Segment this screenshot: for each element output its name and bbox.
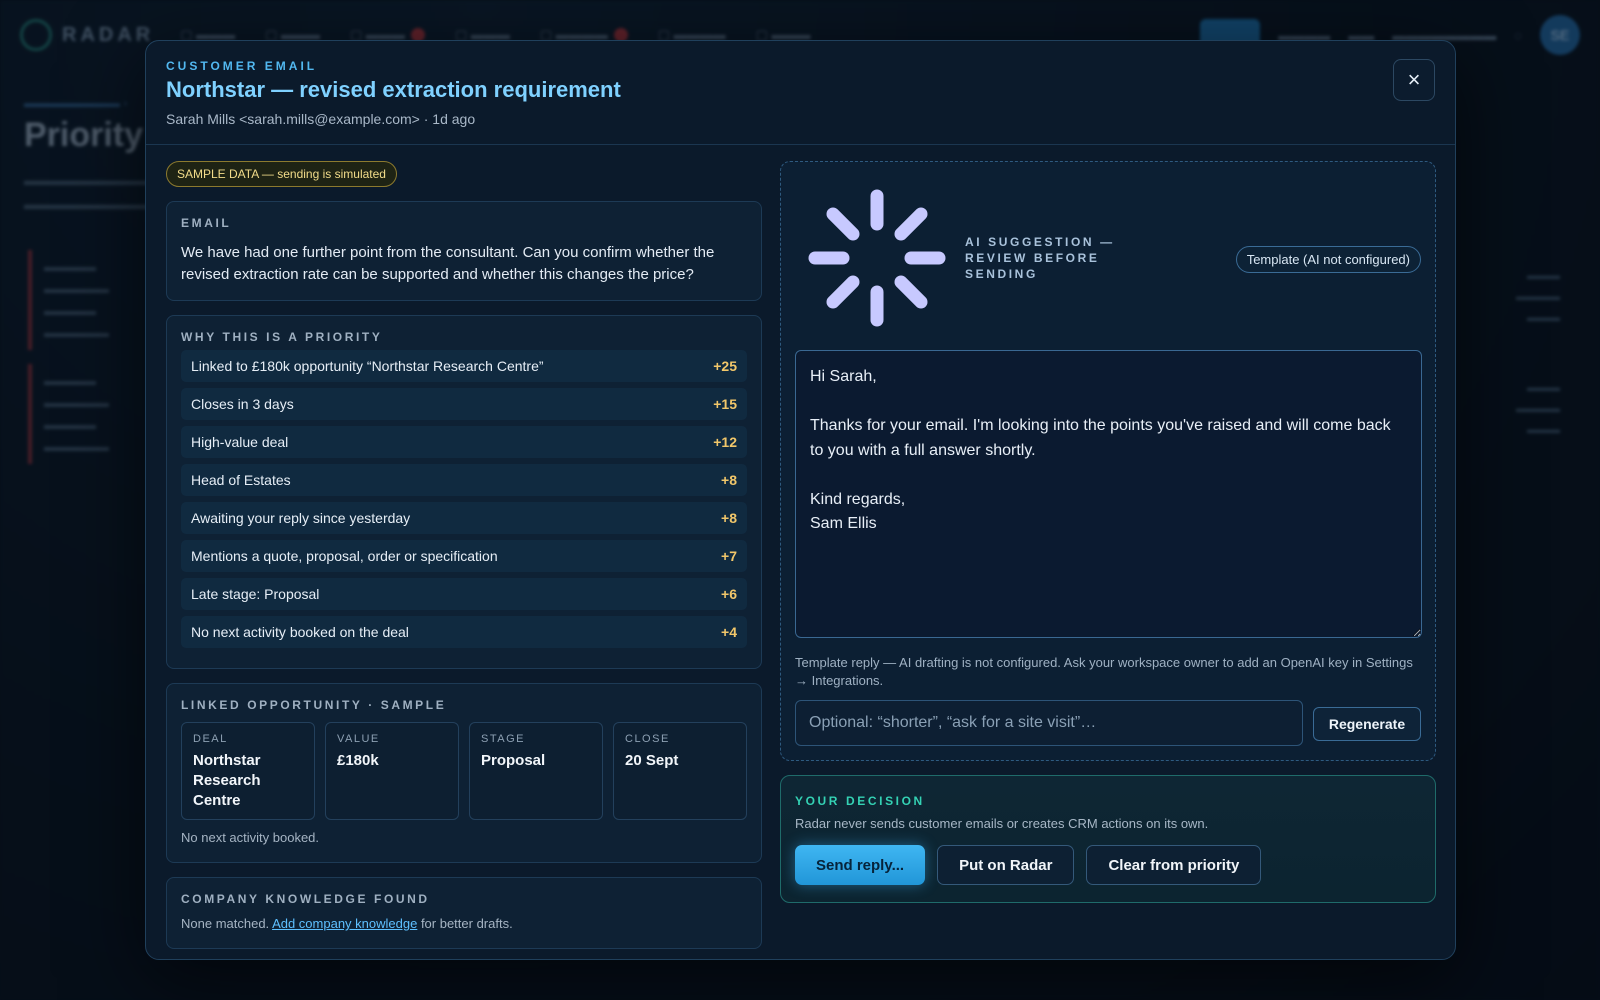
draft-help-text: Template reply — AI drafting is not conf… [795,655,1413,688]
app-name: RADAR [62,23,155,46]
reason-text: Head of Estates [191,472,291,488]
modal-header: CUSTOMER EMAIL Northstar — revised extra… [146,41,1455,145]
email-body: We have had one further point from the c… [181,244,715,283]
send-reply-button[interactable]: Send reply... [795,845,926,885]
knowledge-suffix: for better drafts. [417,916,513,931]
opportunity-close: CLOSE 20 Sept [613,722,747,820]
list-meta: ▬▬▬ ▬▬▬▬ ▬▬▬ [1516,270,1560,324]
reason-points: +25 [713,358,737,374]
knowledge-label: COMPANY KNOWLEDGE FOUND [181,892,430,906]
cell-value: £180k [337,752,379,769]
regenerate-button[interactable]: Regenerate [1313,707,1421,741]
cell-value: 20 Sept [625,752,679,769]
reason-text: Closes in 3 days [191,396,294,412]
app-logo: RADAR [20,19,154,51]
reason-points: +15 [713,396,737,412]
email-label: EMAIL [181,216,232,230]
opportunity-grid: DEAL Northstar Research Centre VALUE £180k… [181,722,747,820]
opportunity-panel: LINKED OPPORTUNITY · SAMPLE DEAL Northsta… [166,683,762,863]
close-button[interactable]: × [1393,59,1435,101]
ai-suggestion-label: AI SUGGESTION — REVIEW BEFORE SENDING [965,235,1115,281]
decision-panel: YOUR DECISION Radar never sends customer… [780,775,1436,903]
opportunity-deal: DEAL Northstar Research Centre [181,722,315,820]
reason-row: Late stage: Proposal +6 [181,578,747,610]
reason-row: Mentions a quote, proposal, order or spe… [181,540,747,572]
put-on-radar-button[interactable]: Put on Radar [937,845,1075,885]
cell-value: Northstar Research Centre [193,752,261,809]
reason-points: +12 [713,434,737,450]
decision-buttons: Send reply... Put on Radar Clear from pr… [795,845,1421,885]
reason-row: Head of Estates +8 [181,464,747,496]
breadcrumb: ▬▬▬▬▬▬▬▬ › [24,96,128,110]
reason-row: High-value deal +12 [181,426,747,458]
reason-list: Linked to £180k opportunity “Northstar R… [181,350,747,648]
reason-points: +4 [721,624,737,640]
cell-key: DEAL [193,733,228,745]
sample-data-badge: SAMPLE DATA — sending is simulated [166,161,397,187]
instruction-input[interactable]: Optional: “shorter”, “ask for a site vis… [795,700,1303,746]
reason-row: Closes in 3 days +15 [181,388,747,420]
modal-eyebrow: CUSTOMER EMAIL [166,59,318,73]
logo-icon [20,19,52,51]
reason-row: Linked to £180k opportunity “Northstar R… [181,350,747,382]
knowledge-panel: COMPANY KNOWLEDGE FOUND None matched. Ad… [166,877,762,949]
decision-subtext: Radar never sends customer emails or cre… [795,816,1209,831]
opportunity-value: VALUE £180k [325,722,459,820]
cell-value: Proposal [481,752,546,769]
modal-title: Northstar — revised extraction requireme… [166,77,621,102]
reason-row: Awaiting your reply since yesterday +8 [181,502,747,534]
email-modal: CUSTOMER EMAIL Northstar — revised extra… [145,40,1456,960]
reason-text: No next activity booked on the deal [191,624,409,640]
right-column: AI SUGGESTION — REVIEW BEFORE SENDING Te… [780,161,1436,903]
close-icon: × [1407,67,1421,92]
reason-points: +7 [721,548,737,564]
priority-panel: WHY THIS IS A PRIORITY Linked to £180k o… [166,315,762,669]
reason-text: High-value deal [191,434,289,450]
reason-points: +6 [721,586,737,602]
list-meta: ▬▬▬ ▬▬▬▬ ▬▬▬ [1516,382,1560,436]
reason-text: Linked to £180k opportunity “Northstar R… [191,358,544,374]
page-title: Priority [24,116,144,154]
email-sender: Sarah Mills <sarah.mills@example.com> · … [166,111,476,127]
email-panel: EMAIL We have had one further point from… [166,201,762,301]
reason-points: +8 [721,510,737,526]
reason-row: No next activity booked on the deal +4 [181,616,747,648]
opportunity-label: LINKED OPPORTUNITY · SAMPLE [181,698,447,712]
clear-from-priority-button[interactable]: Clear from priority [1086,845,1262,885]
avatar: SE [1540,15,1580,55]
bell-icon: ◌ [1514,27,1522,43]
cell-key: VALUE [337,733,380,745]
reason-text: Mentions a quote, proposal, order or spe… [191,548,498,564]
opportunity-note: No next activity booked. [181,830,320,845]
add-knowledge-link[interactable]: Add company knowledge [272,916,417,931]
reason-points: +8 [721,472,737,488]
opportunity-stage: STAGE Proposal [469,722,603,820]
loading-spinner-icon [808,189,946,327]
priority-label: WHY THIS IS A PRIORITY [181,330,383,344]
draft-reply-textarea[interactable]: Hi Sarah, Thanks for your email. I'm loo… [795,350,1422,638]
knowledge-prefix: None matched. [181,916,273,931]
decision-label: YOUR DECISION [795,794,925,808]
left-column: SAMPLE DATA — sending is simulated EMAIL… [166,161,762,949]
knowledge-text: None matched. Add company knowledge for … [181,916,747,931]
cell-key: CLOSE [625,733,670,745]
reason-text: Late stage: Proposal [191,586,320,602]
template-badge: Template (AI not configured) [1235,246,1421,273]
ai-suggestion-panel: AI SUGGESTION — REVIEW BEFORE SENDING Te… [780,161,1436,761]
reason-text: Awaiting your reply since yesterday [191,510,411,526]
cell-key: STAGE [481,733,525,745]
